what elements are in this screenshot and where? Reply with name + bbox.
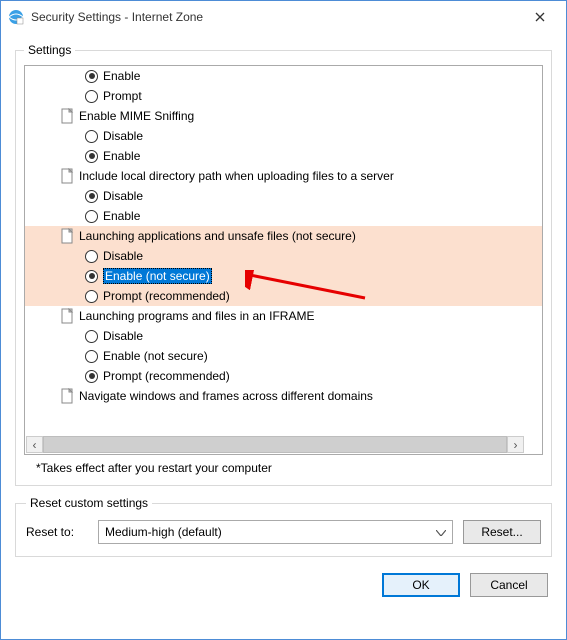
- radio-icon: [85, 270, 98, 283]
- group-navigate-domains[interactable]: Navigate windows and frames across diffe…: [25, 386, 542, 406]
- scroll-left-icon[interactable]: ‹: [26, 436, 43, 453]
- radio-iframe-disable[interactable]: Disable: [25, 326, 542, 346]
- security-settings-dialog: Security Settings - Internet Zone Settin…: [0, 0, 567, 640]
- reset-to-label: Reset to:: [26, 525, 88, 539]
- radio-label: Disable: [103, 329, 143, 343]
- radio-label: Disable: [103, 249, 143, 263]
- radio-label: Enable: [103, 209, 140, 223]
- radio-launchapps-enable[interactable]: Enable (not secure): [25, 266, 542, 286]
- settings-tree[interactable]: Enable Prompt Enable MIME Sniffing Disab…: [25, 66, 542, 454]
- horizontal-scrollbar[interactable]: ‹ ›: [26, 436, 524, 453]
- group-label: Enable MIME Sniffing: [79, 109, 194, 123]
- group-label: Include local directory path when upload…: [79, 169, 394, 183]
- radio-label: Enable: [103, 149, 140, 163]
- page-icon: [61, 228, 75, 244]
- settings-legend: Settings: [24, 43, 75, 57]
- radio-enable[interactable]: Enable: [25, 66, 542, 86]
- radio-iframe-enable[interactable]: Enable (not secure): [25, 346, 542, 366]
- reset-level-combo[interactable]: Medium-high (default): [98, 520, 453, 544]
- radio-localdir-enable[interactable]: Enable: [25, 206, 542, 226]
- cancel-button[interactable]: Cancel: [470, 573, 548, 597]
- radio-label: Prompt (recommended): [103, 369, 230, 383]
- radio-label: Disable: [103, 189, 143, 203]
- group-label: Launching applications and unsafe files …: [79, 229, 356, 243]
- window-title: Security Settings - Internet Zone: [31, 10, 520, 24]
- settings-group: Settings Enable Prompt Enable MIME Sniff…: [15, 43, 552, 486]
- group-local-dir-path[interactable]: Include local directory path when upload…: [25, 166, 542, 186]
- radio-label: Disable: [103, 129, 143, 143]
- group-label: Launching programs and files in an IFRAM…: [79, 309, 314, 323]
- page-icon: [61, 168, 75, 184]
- radio-icon: [85, 150, 98, 163]
- radio-icon: [85, 130, 98, 143]
- radio-icon: [85, 70, 98, 83]
- radio-iframe-prompt[interactable]: Prompt (recommended): [25, 366, 542, 386]
- group-launch-apps-unsafe[interactable]: Launching applications and unsafe files …: [25, 226, 542, 246]
- radio-label: Enable (not secure): [103, 349, 208, 363]
- reset-group: Reset custom settings Reset to: Medium-h…: [15, 496, 552, 557]
- radio-launchapps-disable[interactable]: Disable: [25, 246, 542, 266]
- page-icon: [61, 108, 75, 124]
- group-launch-iframe[interactable]: Launching programs and files in an IFRAM…: [25, 306, 542, 326]
- settings-tree-wrap: Enable Prompt Enable MIME Sniffing Disab…: [24, 65, 543, 455]
- ok-button[interactable]: OK: [382, 573, 460, 597]
- group-label: Navigate windows and frames across diffe…: [79, 389, 373, 403]
- globe-settings-icon: [7, 8, 25, 26]
- radio-icon: [85, 210, 98, 223]
- radio-icon: [85, 290, 98, 303]
- radio-label: Enable (not secure): [103, 268, 212, 284]
- reset-row: Reset to: Medium-high (default) Reset...: [26, 520, 541, 544]
- radio-icon: [85, 90, 98, 103]
- radio-localdir-disable[interactable]: Disable: [25, 186, 542, 206]
- radio-icon: [85, 350, 98, 363]
- page-icon: [61, 388, 75, 404]
- radio-icon: [85, 250, 98, 263]
- scroll-right-icon[interactable]: ›: [507, 436, 524, 453]
- radio-label: Prompt (recommended): [103, 289, 230, 303]
- reset-button[interactable]: Reset...: [463, 520, 541, 544]
- radio-mime-disable[interactable]: Disable: [25, 126, 542, 146]
- radio-label: Prompt: [103, 89, 142, 103]
- radio-mime-enable[interactable]: Enable: [25, 146, 542, 166]
- radio-launchapps-prompt[interactable]: Prompt (recommended): [25, 286, 542, 306]
- page-icon: [61, 308, 75, 324]
- dialog-content: Settings Enable Prompt Enable MIME Sniff…: [1, 33, 566, 639]
- footnote: *Takes effect after you restart your com…: [36, 461, 537, 475]
- group-mime-sniffing[interactable]: Enable MIME Sniffing: [25, 106, 542, 126]
- dialog-buttons: OK Cancel: [15, 573, 552, 597]
- radio-prompt[interactable]: Prompt: [25, 86, 542, 106]
- radio-label: Enable: [103, 69, 140, 83]
- chevron-down-icon: [436, 525, 446, 539]
- reset-legend: Reset custom settings: [26, 496, 152, 510]
- combo-value: Medium-high (default): [105, 525, 222, 539]
- titlebar: Security Settings - Internet Zone: [1, 1, 566, 33]
- radio-icon: [85, 330, 98, 343]
- radio-icon: [85, 190, 98, 203]
- close-button[interactable]: [520, 3, 560, 31]
- scroll-thumb[interactable]: [43, 436, 507, 453]
- radio-icon: [85, 370, 98, 383]
